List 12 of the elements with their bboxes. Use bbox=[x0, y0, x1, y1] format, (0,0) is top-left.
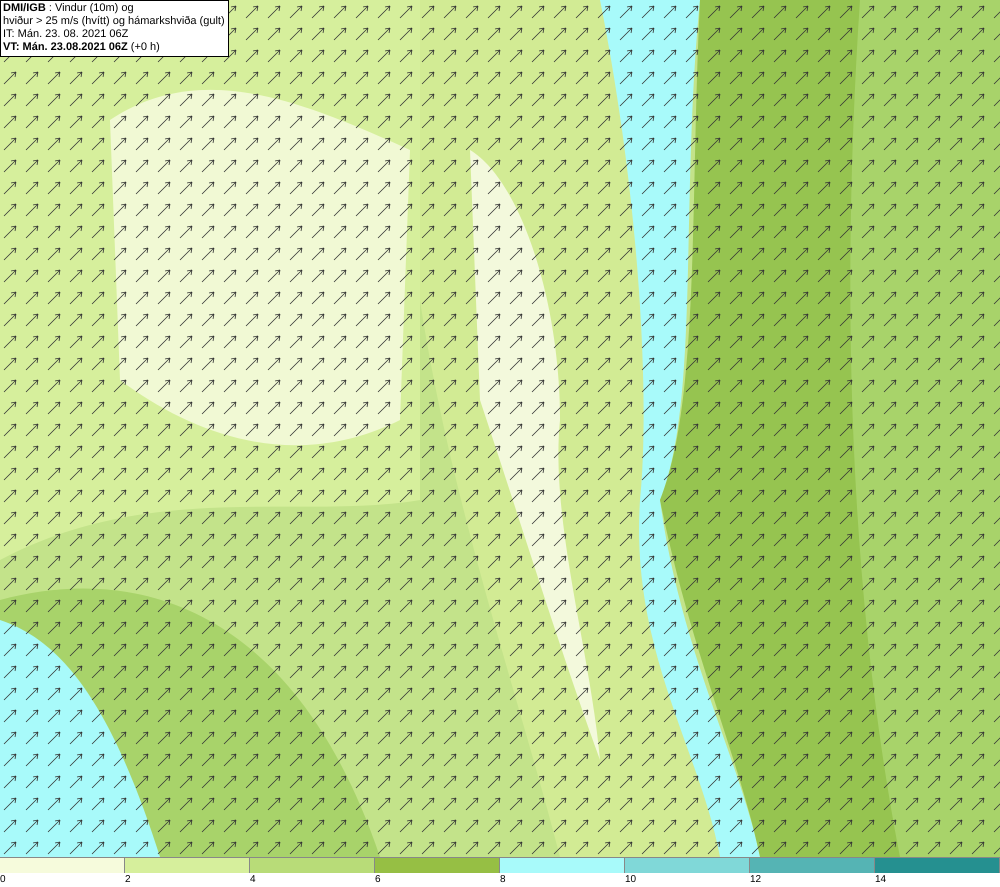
legend-label: 8 bbox=[500, 873, 506, 886]
legend-label: 10 bbox=[625, 873, 636, 886]
caption-line: VT: Mán. 23.08.2021 06Z (+0 h) bbox=[3, 41, 161, 54]
caption-line: IT: Mán. 23. 08. 2021 06Z bbox=[3, 28, 130, 41]
legend-label: 4 bbox=[250, 873, 256, 886]
legend-label: 2 bbox=[125, 873, 131, 886]
legend-label: 12 bbox=[750, 873, 762, 886]
legend-label: 14 bbox=[875, 873, 886, 886]
caption-line: DMI/IGB : Vindur (10m) og bbox=[3, 2, 135, 15]
legend-label: 6 bbox=[375, 873, 381, 886]
caption-line: hviður > 25 m/s (hvítt) og hámarkshviða (gult) bbox=[3, 15, 225, 28]
legend-label: 0 bbox=[0, 873, 6, 886]
